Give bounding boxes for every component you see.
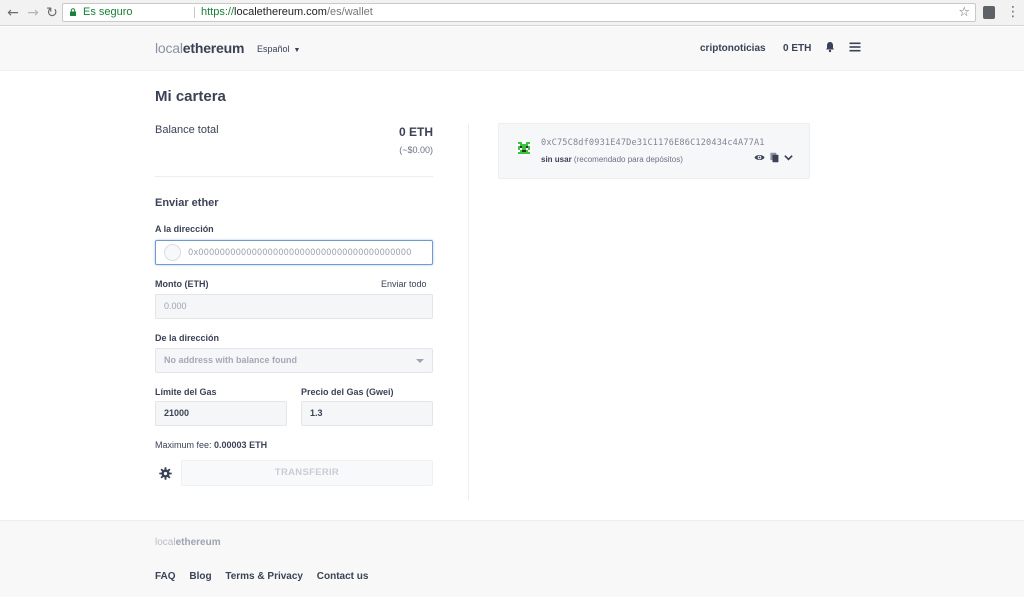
address-identicon-placeholder [164,244,181,261]
amount-input[interactable]: 0.000 [155,294,433,319]
lock-icon [70,8,76,16]
column-divider [468,124,469,500]
omnibox-divider [194,7,195,18]
max-fee: Maximum fee: 0.00003 ETH [155,440,268,450]
address-bar[interactable]: Es seguro https://localethereum.com/es/w… [62,3,976,22]
site-footer: localethereum FAQ Blog Terms & Privacy C… [0,520,1024,597]
secure-label: Es seguro [83,6,133,18]
amount-label: Monto (ETH) [155,279,209,289]
gear-icon[interactable] [159,467,172,480]
caret-down-icon: ▼ [293,47,301,54]
footer-link-faq[interactable]: FAQ [155,571,176,582]
wallet-actions [754,152,796,164]
from-address-select[interactable]: No address with balance found [155,348,433,373]
from-address-label: De la dirección [155,333,220,343]
balance-label: Balance total [155,124,219,136]
footer-links: FAQ Blog Terms & Privacy Contact us [155,571,379,582]
balance-eth: 0 ETH [398,125,433,139]
url-text[interactable]: https://localethereum.com/es/wallet [201,4,373,21]
site-logo[interactable]: localethereum [155,40,244,56]
gas-limit-input[interactable]: 21000 [155,401,287,426]
copy-icon[interactable] [769,152,780,163]
eye-icon[interactable] [754,152,765,163]
send-all-link[interactable]: Enviar todo [381,279,427,289]
wallet-address-card: 0xC75C8df0931E47De31C1176E86C120434c4A77… [498,123,810,179]
transfer-button[interactable]: TRANSFERIR [181,460,433,486]
hamburger-menu-icon[interactable] [849,41,861,53]
gas-price-label: Precio del Gas (Gwei) [301,387,394,397]
wallet-main: Mi cartera Balance total 0 ETH (~$0.00) … [0,72,1024,520]
extension-icon[interactable] [983,6,995,19]
language-selector[interactable]: Español ▼ [257,44,300,54]
divider [155,176,433,177]
to-address-input[interactable]: 0x00000000000000000000000000000000000000… [155,240,433,265]
to-address-label: A la dirección [155,224,214,234]
site-header: localethereum Español ▼ criptonoticias 0 … [0,27,1024,71]
send-section-title: Enviar ether [155,197,219,209]
reload-icon[interactable]: ↻ [44,5,60,21]
chevron-down-icon[interactable] [783,152,794,163]
footer-link-blog[interactable]: Blog [189,571,211,582]
footer-link-contact[interactable]: Contact us [317,571,369,582]
address-identicon [516,140,532,156]
gas-price-input[interactable]: 1.3 [301,401,433,426]
wallet-status: sin usar (recomendado para depósitos) [541,155,683,164]
wallet-address[interactable]: 0xC75C8df0931E47De31C1176E86C120434c4A77… [541,138,765,148]
header-balance[interactable]: 0 ETH [783,43,811,54]
footer-logo[interactable]: localethereum [155,537,221,548]
bell-icon[interactable] [824,41,836,53]
balance-usd: (~$0.00) [399,145,433,155]
chevron-down-icon [416,359,424,363]
page-title: Mi cartera [155,88,226,105]
bookmark-star-icon[interactable]: ☆ [958,4,970,21]
footer-link-terms[interactable]: Terms & Privacy [225,571,303,582]
forward-icon[interactable]: → [25,5,41,21]
username-link[interactable]: criptonoticias [700,43,766,54]
browser-toolbar: ← → ↻ Es seguro https://localethereum.co… [0,0,1024,26]
back-icon[interactable]: ← [5,5,21,21]
browser-menu-icon[interactable]: ⋮ [1006,4,1020,20]
gas-limit-label: Límite del Gas [155,387,217,397]
